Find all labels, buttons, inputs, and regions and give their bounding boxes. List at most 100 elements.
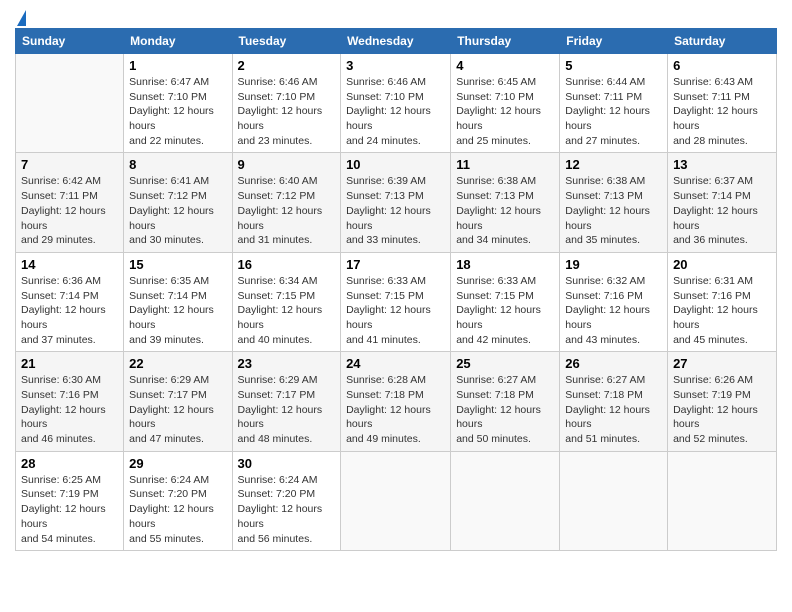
day-cell: 10 Sunrise: 6:39 AMSunset: 7:13 PMDayligh…	[341, 153, 451, 252]
day-info: Sunrise: 6:28 AMSunset: 7:18 PMDaylight:…	[346, 373, 445, 446]
day-number: 27	[673, 356, 771, 371]
day-cell: 25Sunrise: 6:27 AMSunset: 7:18 PMDayligh…	[451, 352, 560, 451]
logo	[15, 10, 26, 20]
day-info: Sunrise: 6:33 AMSunset: 7:15 PMDaylight:…	[456, 274, 554, 347]
day-cell	[451, 451, 560, 550]
day-cell: 11 Sunrise: 6:38 AMSunset: 7:13 PMDayligh…	[451, 153, 560, 252]
day-info: Sunrise: 6:37 AMSunset: 7:14 PMDaylight:…	[673, 174, 771, 247]
col-header-monday: Monday	[124, 29, 232, 54]
day-number: 8	[129, 157, 226, 172]
day-cell: 28 Sunrise: 6:25 AMSunset: 7:19 PMDayligh…	[16, 451, 124, 550]
day-info: Sunrise: 6:25 AMSunset: 7:19 PMDaylight:…	[21, 473, 118, 546]
day-number: 15	[129, 257, 226, 272]
day-info: Sunrise: 6:34 AMSunset: 7:15 PMDaylight:…	[238, 274, 336, 347]
day-number: 13	[673, 157, 771, 172]
day-cell: 26 Sunrise: 6:27 AMSunset: 7:18 PMDayligh…	[560, 352, 668, 451]
day-info: Sunrise: 6:26 AMSunset: 7:19 PMDaylight:…	[673, 373, 771, 446]
day-info: Sunrise: 6:27 AMSunset: 7:18 PMDaylight:…	[456, 373, 554, 446]
day-cell: 19Sunrise: 6:32 AMSunset: 7:16 PMDayligh…	[560, 252, 668, 351]
col-header-friday: Friday	[560, 29, 668, 54]
col-header-saturday: Saturday	[668, 29, 777, 54]
day-cell	[668, 451, 777, 550]
day-info: Sunrise: 6:39 AMSunset: 7:13 PMDaylight:…	[346, 174, 445, 247]
col-header-sunday: Sunday	[16, 29, 124, 54]
day-cell: 29Sunrise: 6:24 AMSunset: 7:20 PMDayligh…	[124, 451, 232, 550]
day-cell: 23 Sunrise: 6:29 AMSunset: 7:17 PMDayligh…	[232, 352, 341, 451]
day-number: 7	[21, 157, 118, 172]
day-cell	[341, 451, 451, 550]
col-header-thursday: Thursday	[451, 29, 560, 54]
day-cell: 7 Sunrise: 6:42 AMSunset: 7:11 PMDaylight…	[16, 153, 124, 252]
day-info: Sunrise: 6:24 AMSunset: 7:20 PMDaylight:…	[238, 473, 336, 546]
day-info: Sunrise: 6:33 AMSunset: 7:15 PMDaylight:…	[346, 274, 445, 347]
day-cell: 20 Sunrise: 6:31 AMSunset: 7:16 PMDayligh…	[668, 252, 777, 351]
calendar-table: SundayMondayTuesdayWednesdayThursdayFrid…	[15, 28, 777, 551]
day-number: 23	[238, 356, 336, 371]
day-number: 10	[346, 157, 445, 172]
day-info: Sunrise: 6:30 AMSunset: 7:16 PMDaylight:…	[21, 373, 118, 446]
day-info: Sunrise: 6:40 AMSunset: 7:12 PMDaylight:…	[238, 174, 336, 247]
day-cell	[560, 451, 668, 550]
day-cell: 15Sunrise: 6:35 AMSunset: 7:14 PMDayligh…	[124, 252, 232, 351]
day-number: 17	[346, 257, 445, 272]
day-info: Sunrise: 6:29 AMSunset: 7:17 PMDaylight:…	[129, 373, 226, 446]
day-info: Sunrise: 6:41 AMSunset: 7:12 PMDaylight:…	[129, 174, 226, 247]
day-info: Sunrise: 6:44 AMSunset: 7:11 PMDaylight:…	[565, 75, 662, 148]
day-cell: 18 Sunrise: 6:33 AMSunset: 7:15 PMDayligh…	[451, 252, 560, 351]
day-number: 28	[21, 456, 118, 471]
day-info: Sunrise: 6:36 AMSunset: 7:14 PMDaylight:…	[21, 274, 118, 347]
week-row-5: 28 Sunrise: 6:25 AMSunset: 7:19 PMDayligh…	[16, 451, 777, 550]
day-cell: 24 Sunrise: 6:28 AMSunset: 7:18 PMDayligh…	[341, 352, 451, 451]
day-number: 3	[346, 58, 445, 73]
day-cell: 21 Sunrise: 6:30 AMSunset: 7:16 PMDayligh…	[16, 352, 124, 451]
day-info: Sunrise: 6:38 AMSunset: 7:13 PMDaylight:…	[456, 174, 554, 247]
day-info: Sunrise: 6:46 AMSunset: 7:10 PMDaylight:…	[238, 75, 336, 148]
day-cell: 17 Sunrise: 6:33 AMSunset: 7:15 PMDayligh…	[341, 252, 451, 351]
day-info: Sunrise: 6:42 AMSunset: 7:11 PMDaylight:…	[21, 174, 118, 247]
day-cell: 13 Sunrise: 6:37 AMSunset: 7:14 PMDayligh…	[668, 153, 777, 252]
day-cell: 30 Sunrise: 6:24 AMSunset: 7:20 PMDayligh…	[232, 451, 341, 550]
day-number: 12	[565, 157, 662, 172]
week-row-3: 14 Sunrise: 6:36 AMSunset: 7:14 PMDayligh…	[16, 252, 777, 351]
day-number: 9	[238, 157, 336, 172]
day-cell: 16 Sunrise: 6:34 AMSunset: 7:15 PMDayligh…	[232, 252, 341, 351]
day-number: 1	[129, 58, 226, 73]
main-container: SundayMondayTuesdayWednesdayThursdayFrid…	[0, 0, 792, 561]
day-cell: 2 Sunrise: 6:46 AMSunset: 7:10 PMDaylight…	[232, 54, 341, 153]
day-info: Sunrise: 6:29 AMSunset: 7:17 PMDaylight:…	[238, 373, 336, 446]
day-cell: 1 Sunrise: 6:47 AMSunset: 7:10 PMDaylight…	[124, 54, 232, 153]
day-cell: 6Sunrise: 6:43 AMSunset: 7:11 PMDaylight…	[668, 54, 777, 153]
day-info: Sunrise: 6:27 AMSunset: 7:18 PMDaylight:…	[565, 373, 662, 446]
day-cell: 5 Sunrise: 6:44 AMSunset: 7:11 PMDaylight…	[560, 54, 668, 153]
day-info: Sunrise: 6:46 AMSunset: 7:10 PMDaylight:…	[346, 75, 445, 148]
week-row-2: 7 Sunrise: 6:42 AMSunset: 7:11 PMDaylight…	[16, 153, 777, 252]
day-number: 20	[673, 257, 771, 272]
day-number: 29	[129, 456, 226, 471]
day-info: Sunrise: 6:43 AMSunset: 7:11 PMDaylight:…	[673, 75, 771, 148]
day-number: 11	[456, 157, 554, 172]
col-header-tuesday: Tuesday	[232, 29, 341, 54]
day-number: 18	[456, 257, 554, 272]
day-number: 14	[21, 257, 118, 272]
day-number: 30	[238, 456, 336, 471]
day-number: 22	[129, 356, 226, 371]
day-number: 2	[238, 58, 336, 73]
day-cell: 12Sunrise: 6:38 AMSunset: 7:13 PMDayligh…	[560, 153, 668, 252]
day-info: Sunrise: 6:31 AMSunset: 7:16 PMDaylight:…	[673, 274, 771, 347]
day-cell: 14 Sunrise: 6:36 AMSunset: 7:14 PMDayligh…	[16, 252, 124, 351]
day-info: Sunrise: 6:32 AMSunset: 7:16 PMDaylight:…	[565, 274, 662, 347]
day-number: 5	[565, 58, 662, 73]
day-cell: 4Sunrise: 6:45 AMSunset: 7:10 PMDaylight…	[451, 54, 560, 153]
day-cell: 22 Sunrise: 6:29 AMSunset: 7:17 PMDayligh…	[124, 352, 232, 451]
week-row-1: 1 Sunrise: 6:47 AMSunset: 7:10 PMDaylight…	[16, 54, 777, 153]
day-cell: 9 Sunrise: 6:40 AMSunset: 7:12 PMDaylight…	[232, 153, 341, 252]
day-number: 26	[565, 356, 662, 371]
day-info: Sunrise: 6:47 AMSunset: 7:10 PMDaylight:…	[129, 75, 226, 148]
day-number: 16	[238, 257, 336, 272]
day-number: 21	[21, 356, 118, 371]
header-row: SundayMondayTuesdayWednesdayThursdayFrid…	[16, 29, 777, 54]
day-cell: 27 Sunrise: 6:26 AMSunset: 7:19 PMDayligh…	[668, 352, 777, 451]
day-cell: 3 Sunrise: 6:46 AMSunset: 7:10 PMDaylight…	[341, 54, 451, 153]
day-cell	[16, 54, 124, 153]
day-number: 24	[346, 356, 445, 371]
